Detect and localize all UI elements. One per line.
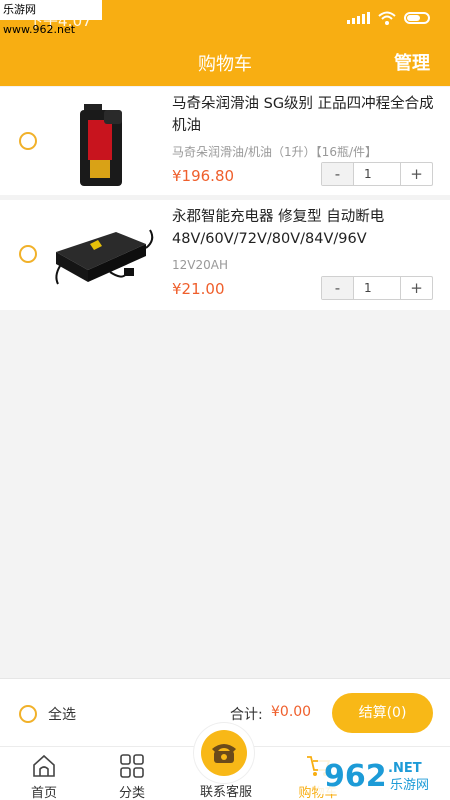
select-all-label[interactable]: 全选 (48, 704, 76, 724)
tab-category-label: 分类 (118, 786, 145, 800)
battery-icon (404, 12, 430, 24)
total-value: ¥0.00 (271, 704, 312, 720)
checkout-button[interactable]: 结算(0) (332, 693, 433, 733)
watermark: 乐游网 www.962.net (0, 0, 102, 36)
select-all-radio[interactable] (19, 705, 37, 723)
svg-text:.NET: .NET (388, 761, 422, 776)
product-price: ¥21.00 (172, 280, 225, 298)
decrease-button[interactable]: - (322, 277, 354, 299)
wifi-icon (378, 11, 396, 25)
page-title: 购物车 (198, 54, 252, 75)
quantity-stepper: - 1 + (321, 276, 433, 300)
svg-text:962: 962 (324, 759, 387, 794)
tab-home-label: 首页 (30, 786, 57, 800)
increase-button[interactable]: + (400, 163, 432, 185)
home-icon (33, 754, 55, 777)
svg-text:乐游网: 乐游网 (390, 778, 429, 793)
quantity-input[interactable]: 1 (354, 163, 400, 185)
962-logo: 962 .NET 乐游网 (318, 754, 444, 794)
cart-item: 马奇朵润滑油 SG级别 正品四冲程全合成机油 马奇朵润滑油/机油（1升）【16瓶… (0, 87, 450, 195)
product-price: ¥196.80 (172, 167, 235, 185)
quantity-stepper: - 1 + (321, 162, 433, 186)
grid-icon (120, 754, 144, 778)
manage-button[interactable]: 管理 (394, 49, 430, 75)
decrease-button[interactable]: - (322, 163, 354, 185)
product-image-charger[interactable] (50, 210, 158, 310)
tab-contact-label: 联系客服 (199, 785, 252, 800)
status-icons (347, 11, 430, 25)
tab-home[interactable]: 首页 (9, 753, 79, 800)
quantity-input[interactable]: 1 (354, 277, 400, 299)
total-label: 合计: (230, 707, 263, 723)
item-select-radio[interactable] (19, 245, 37, 263)
tab-category[interactable]: 分类 (97, 753, 167, 800)
product-spec: 12V20AH (172, 258, 228, 272)
product-name[interactable]: 永郡智能充电器 修复型 自动断电48V/60V/72V/80V/84V/96V (172, 206, 437, 250)
signal-icon (347, 12, 370, 24)
item-select-radio[interactable] (19, 132, 37, 150)
product-name[interactable]: 马奇朵润滑油 SG级别 正品四冲程全合成机油 (172, 93, 437, 137)
cart-item: 永郡智能充电器 修复型 自动断电48V/60V/72V/80V/84V/96V … (0, 200, 450, 310)
product-image-oil[interactable] (50, 90, 158, 190)
tab-contact[interactable]: 联系客服 (188, 753, 264, 800)
product-spec: 马奇朵润滑油/机油（1升）【16瓶/件】 (172, 145, 377, 159)
increase-button[interactable]: + (400, 277, 432, 299)
